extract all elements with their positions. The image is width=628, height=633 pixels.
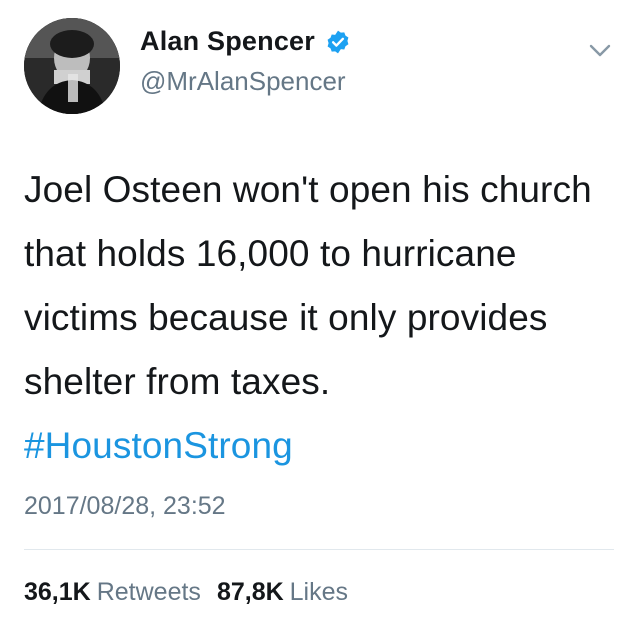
retweets-label: Retweets — [96, 578, 201, 606]
display-name[interactable]: Alan Spencer — [140, 26, 315, 57]
user-handle[interactable]: @MrAlanSpencer — [140, 66, 346, 97]
likes-count: 87,8K — [216, 578, 284, 606]
timestamp[interactable]: 2017/08/28, 23:52 — [24, 492, 226, 521]
engagement-stats: 36,1K Retweets 87,8K Likes — [24, 578, 348, 607]
hashtag-link[interactable]: #HoustonStrong — [24, 425, 293, 466]
divider — [24, 549, 614, 550]
likes-stat[interactable]: 87,8K Likes — [217, 578, 348, 607]
retweets-stat[interactable]: 36,1K Retweets — [24, 578, 201, 607]
retweets-count: 36,1K — [24, 578, 91, 606]
name-row: Alan Spencer — [140, 26, 351, 57]
verified-badge-icon — [325, 29, 351, 55]
tweet-body: Joel Osteen won't open his church that h… — [24, 169, 592, 402]
chevron-down-icon[interactable] — [586, 36, 614, 64]
avatar-photo — [24, 18, 120, 114]
tweet-text: Joel Osteen won't open his church that h… — [24, 158, 614, 478]
avatar[interactable] — [24, 18, 120, 114]
tweet-card: Alan Spencer @MrAlanSpencer Joel Osteen … — [0, 0, 628, 633]
likes-label: Likes — [289, 578, 349, 606]
